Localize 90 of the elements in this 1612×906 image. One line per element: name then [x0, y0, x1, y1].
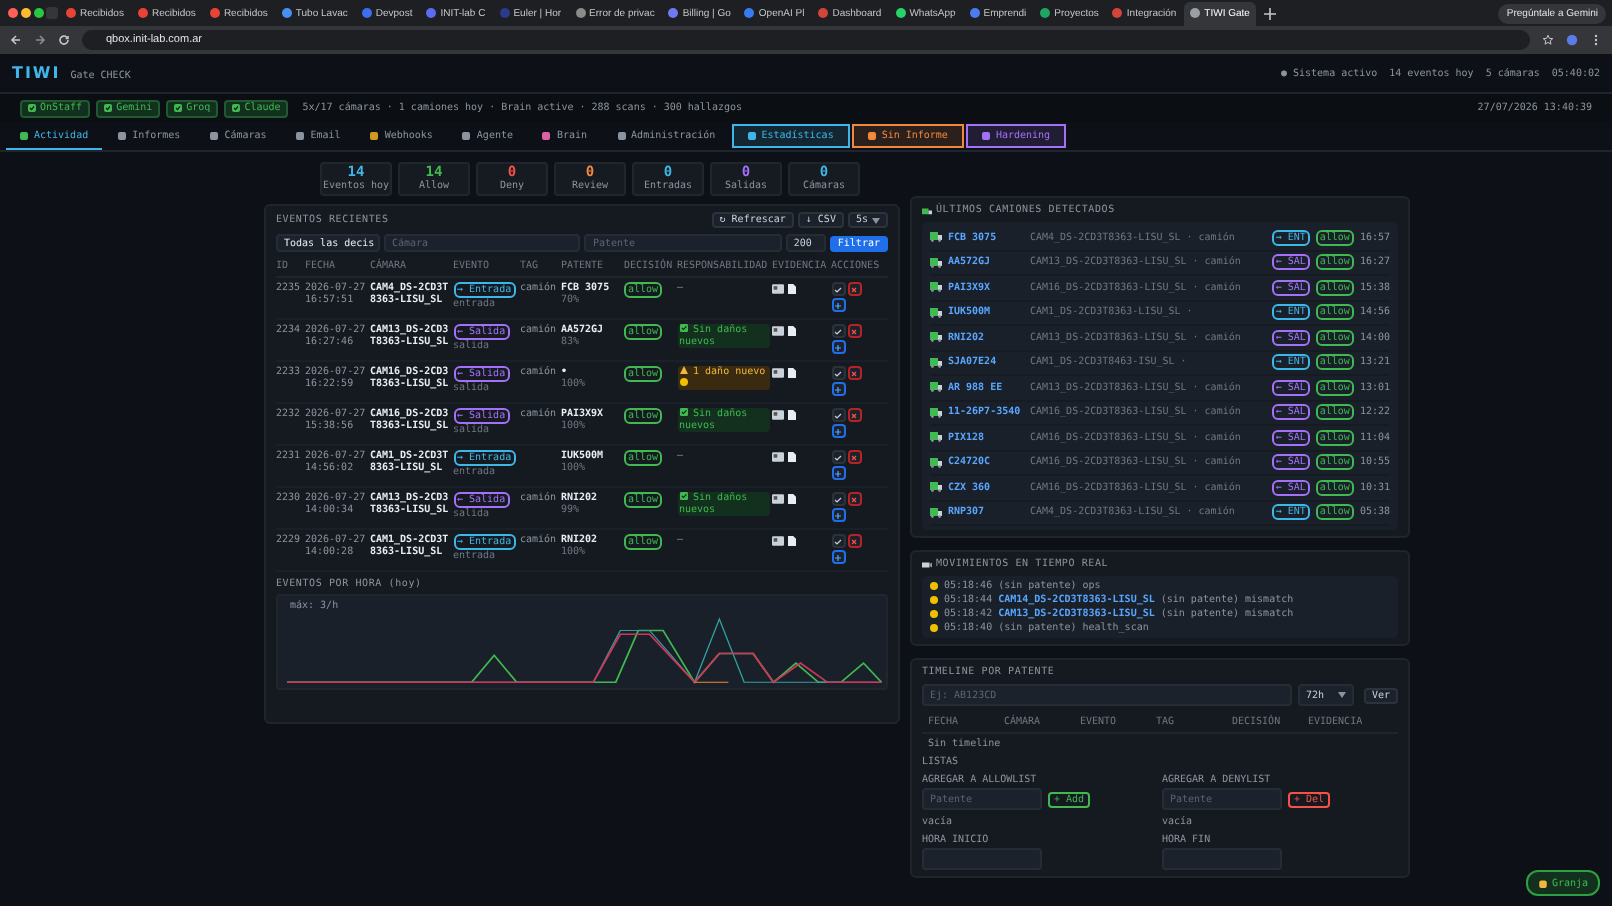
truck-icon — [930, 357, 942, 368]
truck-icon — [930, 507, 942, 518]
truck-icon — [930, 457, 942, 468]
check-icon — [679, 492, 687, 500]
caret-icon — [872, 217, 880, 223]
add-button[interactable] — [831, 424, 845, 438]
reload-icon[interactable] — [58, 34, 70, 46]
add-button[interactable] — [831, 298, 845, 312]
star-icon[interactable] — [1542, 34, 1554, 46]
document-icon[interactable] — [788, 494, 796, 504]
document-icon[interactable] — [788, 452, 796, 462]
add-button[interactable] — [831, 466, 845, 480]
forward-arrow-icon[interactable] — [34, 34, 46, 46]
new-tab-icon[interactable] — [1263, 7, 1276, 19]
delete-button[interactable] — [847, 450, 861, 464]
document-icon[interactable] — [788, 326, 796, 336]
check-icon — [834, 327, 842, 335]
dot-icon — [930, 610, 938, 618]
truck-icon — [930, 382, 942, 393]
check-icon — [834, 411, 842, 419]
truck-icon — [930, 232, 942, 243]
approve-button[interactable] — [831, 408, 845, 422]
delete-button[interactable] — [847, 366, 861, 380]
delete-button[interactable] — [847, 408, 861, 422]
delete-button[interactable] — [847, 534, 861, 548]
approve-button[interactable] — [831, 534, 845, 548]
menu-icon[interactable] — [1590, 34, 1602, 46]
check-icon — [834, 537, 842, 545]
close-icon — [850, 327, 858, 335]
truck-icon — [930, 257, 942, 268]
delete-button[interactable] — [847, 324, 861, 338]
plus-icon — [834, 385, 842, 393]
dot-icon — [930, 596, 938, 604]
close-icon — [850, 453, 858, 461]
document-icon[interactable] — [788, 410, 796, 420]
id-card-icon[interactable] — [772, 326, 784, 336]
plus-icon — [834, 553, 842, 561]
check-icon — [834, 285, 842, 293]
id-card-icon[interactable] — [772, 536, 784, 546]
dot-icon — [930, 582, 938, 590]
approve-button[interactable] — [831, 324, 845, 338]
camera-icon — [922, 559, 932, 569]
id-card-icon[interactable] — [772, 494, 784, 504]
document-icon[interactable] — [788, 284, 796, 294]
warning-icon — [679, 366, 687, 374]
profile-icon[interactable] — [1566, 34, 1578, 46]
approve-button[interactable] — [831, 450, 845, 464]
plus-icon — [834, 343, 842, 351]
approve-button[interactable] — [831, 492, 845, 506]
delete-button[interactable] — [847, 282, 861, 296]
app-logo: TIWI — [12, 64, 61, 82]
truck-icon — [930, 282, 942, 293]
back-arrow-icon[interactable] — [10, 34, 22, 46]
plus-icon — [834, 301, 842, 309]
delete-button[interactable] — [847, 492, 861, 506]
close-icon — [850, 537, 858, 545]
add-button[interactable] — [831, 382, 845, 396]
truck-icon — [922, 205, 932, 215]
truck-icon — [930, 307, 942, 318]
id-card-icon[interactable] — [772, 368, 784, 378]
add-button[interactable] — [831, 340, 845, 354]
truck-icon — [930, 482, 942, 493]
check-icon — [834, 369, 842, 377]
close-icon — [850, 285, 858, 293]
plus-icon — [834, 427, 842, 435]
id-card-icon[interactable] — [772, 284, 784, 294]
caret-icon — [1337, 692, 1346, 698]
circle-icon — [679, 378, 687, 386]
close-icon — [850, 411, 858, 419]
check-icon — [679, 408, 687, 416]
add-button[interactable] — [831, 550, 845, 564]
window-controls-icon[interactable] — [6, 6, 58, 20]
id-card-icon[interactable] — [772, 452, 784, 462]
document-icon[interactable] — [788, 368, 796, 378]
id-card-icon[interactable] — [772, 410, 784, 420]
truck-icon — [930, 432, 942, 443]
document-icon[interactable] — [788, 536, 796, 546]
check-icon — [834, 453, 842, 461]
plus-icon — [834, 511, 842, 519]
dot-icon — [930, 624, 938, 632]
close-icon — [850, 495, 858, 503]
approve-button[interactable] — [831, 366, 845, 380]
close-icon — [850, 369, 858, 377]
approve-button[interactable] — [831, 282, 845, 296]
truck-icon — [930, 332, 942, 343]
add-button[interactable] — [831, 508, 845, 522]
check-icon — [679, 324, 687, 332]
plus-icon — [834, 469, 842, 477]
truck-icon — [930, 407, 942, 418]
check-icon — [834, 495, 842, 503]
